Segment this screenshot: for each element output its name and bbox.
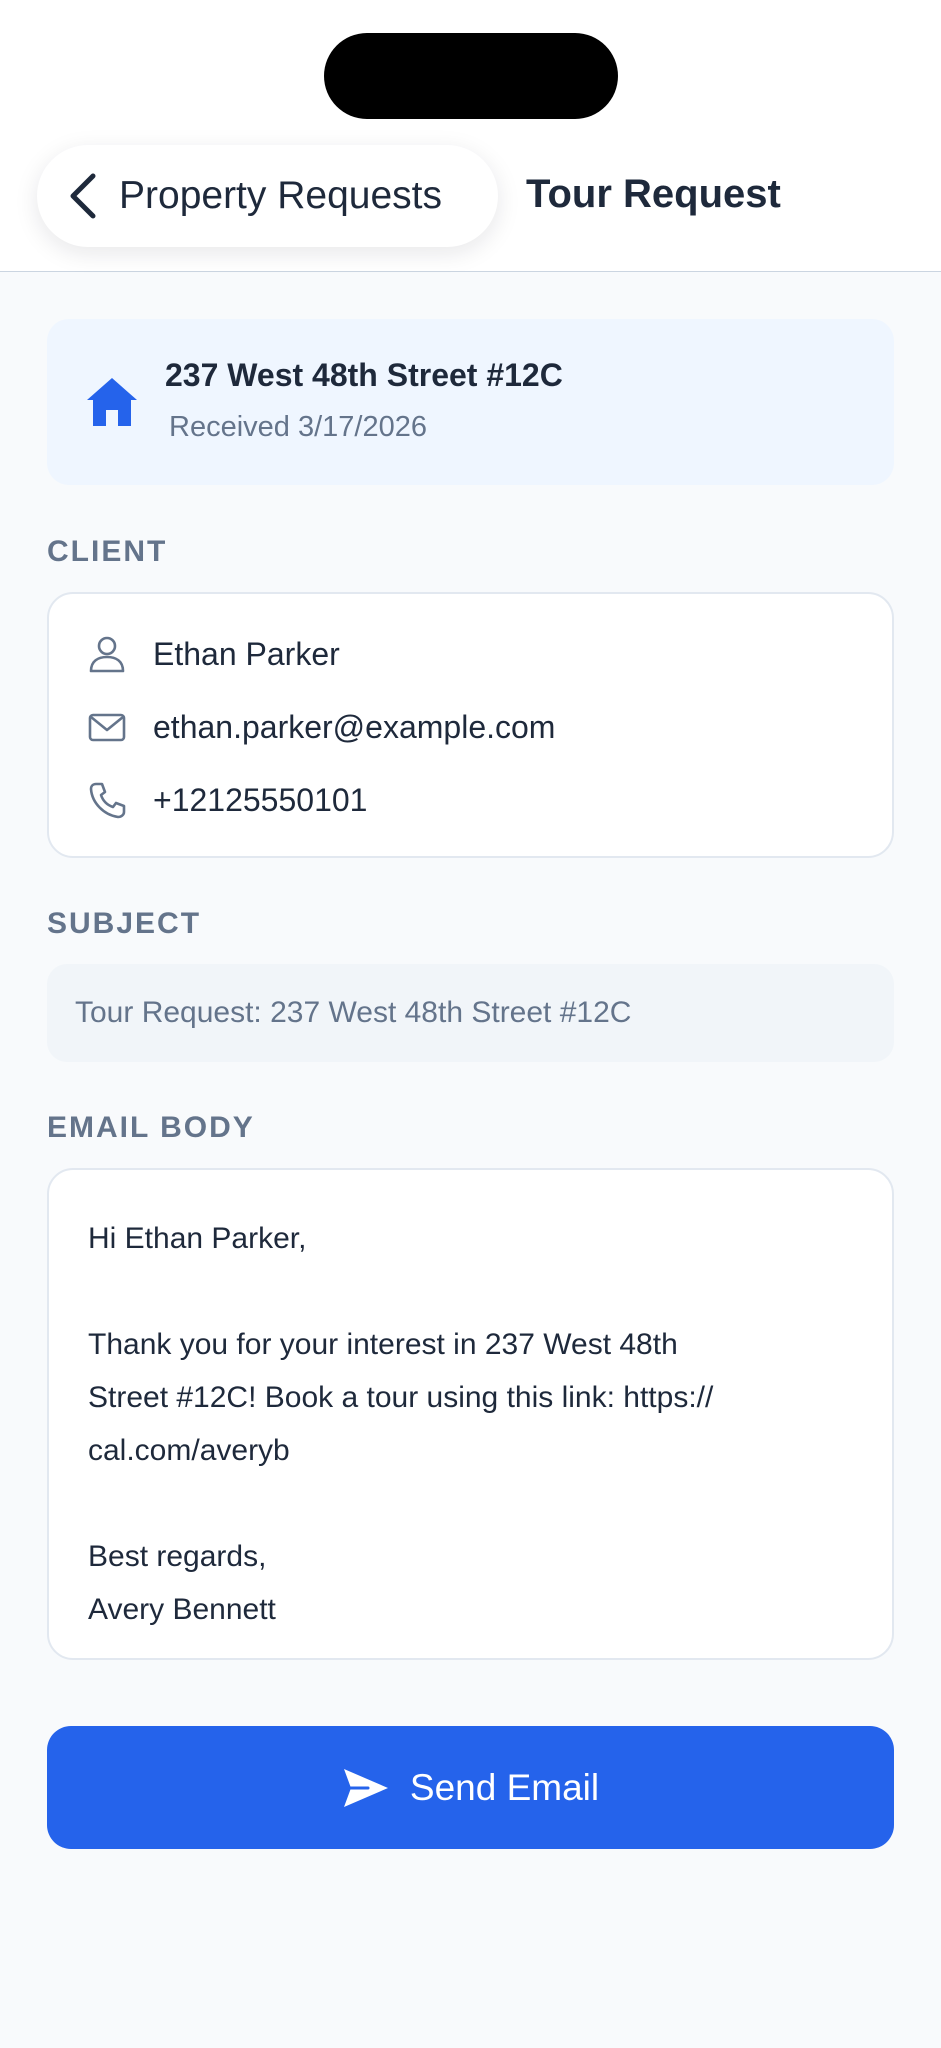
email-body-field[interactable]: Hi Ethan Parker, Thank you for your inte… — [47, 1168, 894, 1660]
page-title: Tour Request — [526, 172, 781, 216]
dynamic-island — [324, 33, 618, 119]
back-button[interactable]: Property Requests — [37, 145, 498, 247]
send-email-label: Send Email — [409, 1766, 600, 1808]
client-email-row[interactable]: ethan.parker@example.com — [87, 705, 555, 749]
property-address: 237 West 48th Street #12C — [165, 357, 563, 393]
client-email: ethan.parker@example.com — [153, 708, 556, 745]
subject-value: Tour Request: 237 West 48th Street #12C — [75, 996, 632, 1029]
client-name: Ethan Parker — [153, 635, 340, 672]
email-body-text: Hi Ethan Parker, Thank you for your inte… — [88, 1222, 714, 1626]
user-icon — [89, 636, 125, 673]
tour-request-screen: Property Requests Tour Request 237 West … — [0, 0, 941, 2048]
client-card: Ethan Parker ethan.parker@example.com +1… — [47, 592, 894, 858]
received-date: Received 3/17/2026 — [169, 411, 427, 443]
subject-field[interactable]: Tour Request: 237 West 48th Street #12C — [47, 964, 894, 1062]
chevron-left-icon — [70, 173, 96, 219]
home-icon — [87, 378, 137, 426]
navigation-header: Property Requests Tour Request — [0, 0, 941, 272]
client-phone-row[interactable]: +12125550101 — [87, 778, 367, 822]
email-body-section-label: EMAIL BODY — [47, 1111, 255, 1144]
property-card: 237 West 48th Street #12C Received 3/17/… — [47, 319, 894, 485]
phone-icon — [89, 782, 126, 819]
client-phone: +12125550101 — [153, 781, 368, 818]
client-section-label: CLIENT — [47, 535, 168, 568]
client-name-row: Ethan Parker — [87, 632, 340, 676]
send-icon — [343, 1768, 388, 1807]
send-email-button[interactable]: Send Email — [47, 1726, 894, 1849]
back-button-label: Property Requests — [119, 174, 442, 217]
subject-section-label: SUBJECT — [47, 907, 202, 940]
mail-icon — [88, 713, 126, 742]
